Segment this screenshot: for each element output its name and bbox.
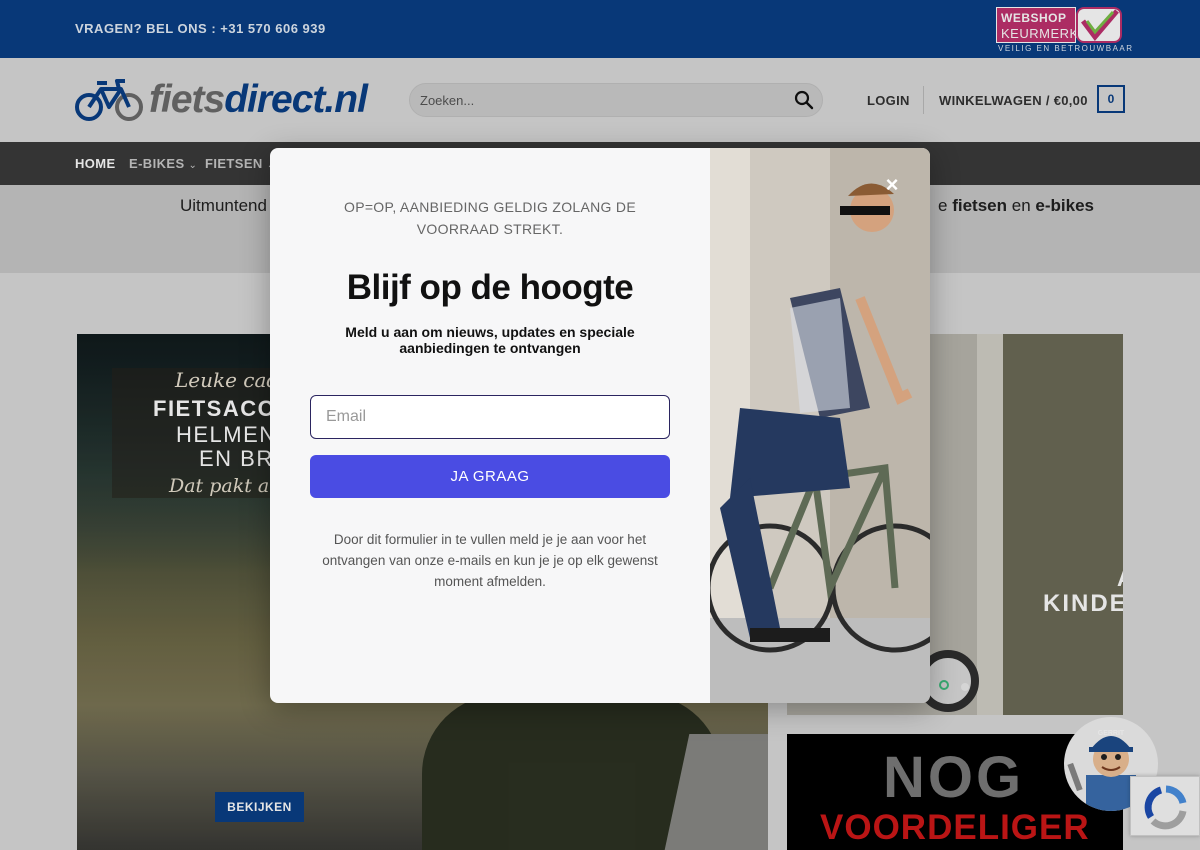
popup-title: Blijf op de hoogte	[346, 268, 634, 307]
popup-legal-text: Door dit formulier in te vullen meld je …	[322, 532, 658, 589]
cyclist-illustration	[710, 148, 930, 703]
popup-cyclist-photo	[710, 148, 930, 703]
popup-subtitle: Meld u aan om nieuws, updates en special…	[345, 324, 635, 356]
close-icon[interactable]: ×	[882, 174, 902, 196]
subscribe-button[interactable]: JA GRAAG	[310, 455, 670, 498]
offer-notice: OP=OP, AANBIEDING GELDIG ZOLANG DE VOORR…	[344, 199, 636, 237]
newsletter-popup: OP=OP, AANBIEDING GELDIG ZOLANG DE VOORR…	[270, 148, 930, 703]
email-field[interactable]	[310, 395, 670, 439]
